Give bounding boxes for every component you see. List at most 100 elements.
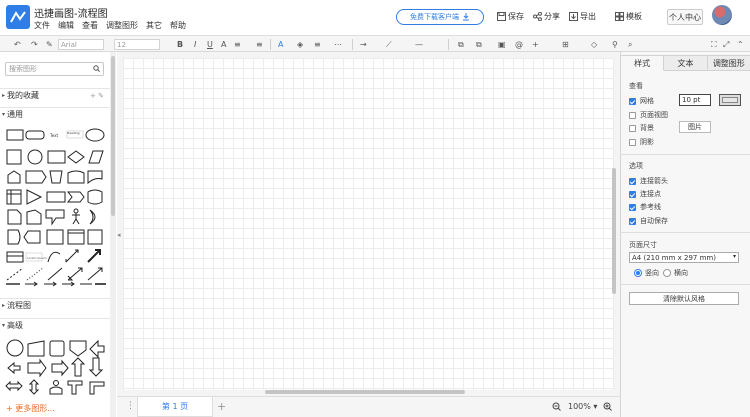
share-button[interactable]: 分享 [533, 11, 560, 22]
page-view-checkbox[interactable]: 页面视图 [629, 110, 668, 120]
save-button[interactable]: 保存 [497, 11, 524, 22]
menu-file[interactable]: 文件 [33, 20, 51, 31]
more-shapes-label: 更多图形... [15, 404, 55, 413]
zoom-level-select[interactable]: 100% ▾ [568, 402, 597, 411]
landscape-label: 横向 [674, 269, 688, 277]
background-image-button[interactable]: 图片 [679, 121, 711, 133]
paper-size-select[interactable]: A4 (210 mm x 297 mm) ▾ [629, 252, 739, 263]
page-tab[interactable]: 第 1 页 [137, 397, 213, 417]
trapezoid-shape [49, 170, 63, 184]
expanded-arrow-icon: ▾ [2, 322, 6, 329]
line-end-icon[interactable]: — [415, 39, 423, 50]
advanced-section-header[interactable]: ▾ 高级 [0, 318, 116, 332]
table-icon[interactable]: ⊞ [562, 39, 569, 50]
menu-edit[interactable]: 编辑 [57, 20, 75, 31]
align-icon[interactable]: ≡ [234, 39, 241, 50]
to-back-icon[interactable]: ⧉ [476, 39, 482, 50]
zoom-in-button[interactable] [603, 402, 612, 413]
toolbar-divider [352, 39, 353, 50]
menu-extras[interactable]: 其它 [145, 20, 163, 31]
shadow-checkbox[interactable]: 阴影 [629, 137, 654, 147]
zoom-out-button[interactable] [552, 402, 561, 413]
format-tabs: 样式 文本 调整图形 [621, 55, 750, 71]
italic-icon[interactable]: I [194, 39, 196, 50]
search-icon[interactable]: ⌕ [628, 39, 632, 50]
favorites-label: 我的收藏 [7, 91, 40, 100]
download-client-button[interactable]: 免费下载客户端 [396, 9, 484, 25]
collapsed-arrow-icon: ▸ [2, 302, 6, 309]
background-checkbox[interactable]: 背景 [629, 123, 654, 133]
add-page-button[interactable]: + [217, 400, 226, 413]
rounded-square-shape [49, 340, 65, 357]
flowchart-label: 流程图 [7, 301, 32, 310]
favorites-section-header[interactable]: ▸ 我的收藏 + ✎ [0, 88, 116, 102]
bold-icon[interactable]: B [177, 39, 183, 50]
font-family-select[interactable]: Arial [58, 39, 104, 50]
format-painter-icon[interactable]: ✎ [46, 39, 53, 50]
to-front-icon[interactable]: ⧉ [458, 39, 464, 50]
insert-icon[interactable]: + [532, 39, 539, 50]
waypoint-icon[interactable]: ⟋ [386, 39, 392, 50]
tab-arrange[interactable]: 调整图形 [707, 55, 750, 71]
grid-size-input[interactable]: 10 pt [679, 94, 711, 106]
fit-icon[interactable]: ⛶ [711, 39, 717, 50]
section-divider [620, 284, 750, 285]
canvas-horizontal-scrollbar[interactable] [265, 390, 465, 394]
portrait-radio[interactable]: 竖向 [634, 268, 659, 278]
menu-help[interactable]: 帮助 [169, 20, 187, 31]
collapse-icon[interactable]: ⌃ [737, 39, 744, 50]
vertical-align-icon[interactable]: ≡ [256, 39, 263, 50]
more-shapes-link[interactable]: + 更多图形... [6, 403, 55, 414]
guides-checkbox[interactable]: 参考线 [629, 202, 661, 212]
font-color-icon[interactable]: A [278, 39, 283, 50]
delay-shape [7, 229, 21, 245]
image-icon[interactable]: ▣ [498, 39, 506, 50]
undo-icon[interactable]: ↶ [14, 39, 21, 50]
grid-checkbox[interactable]: 网格 [629, 96, 654, 106]
font-size-select[interactable]: 12 [114, 39, 160, 50]
fullscreen-icon[interactable]: ⤢ [723, 39, 729, 50]
menu-arrange[interactable]: 调整图形 [105, 20, 139, 31]
redo-icon[interactable]: ↷ [31, 39, 38, 50]
flowchart-section-header[interactable]: ▸ 流程图 [0, 298, 116, 312]
clear-default-style-button[interactable]: 清除默认风格 [629, 292, 739, 305]
page-menu-icon[interactable]: ⋮ [126, 401, 135, 411]
data-storage-shape [87, 189, 103, 205]
panel-collapse-handle[interactable]: ◂ [117, 231, 121, 239]
connector-icon[interactable]: → [360, 39, 367, 50]
tab-text[interactable]: 文本 [664, 55, 708, 71]
template-button[interactable]: 模板 [615, 11, 642, 22]
zoom-in-icon [603, 402, 612, 411]
manual-input-shape [27, 340, 45, 357]
line-style-icon[interactable]: ⋯ [334, 39, 342, 50]
canvas-vertical-scrollbar[interactable] [612, 168, 616, 294]
page-view-label: 页面视图 [640, 111, 668, 119]
landscape-radio[interactable]: 横向 [663, 268, 688, 278]
avatar[interactable] [712, 5, 732, 25]
pin-icon[interactable]: ⚲ [612, 39, 618, 50]
text-style-icon[interactable]: A [221, 39, 226, 50]
link-icon[interactable]: @ [515, 39, 523, 50]
left-panel-scrollbar[interactable] [111, 56, 115, 216]
up-arrow-shape [70, 357, 86, 377]
connection-arrows-checkbox[interactable]: 连接箭头 [629, 176, 668, 186]
drawing-canvas[interactable] [123, 58, 614, 390]
general-shapes-grid: Text Heading Lorem Ipsum [6, 128, 105, 281]
fill-color-icon[interactable]: ◈ [297, 39, 303, 50]
shape-search-input[interactable]: 搜索图形 [5, 62, 104, 76]
export-button[interactable]: 导出 [569, 11, 596, 22]
thick-arrow-shape [87, 249, 101, 263]
underline-icon[interactable]: U [207, 39, 213, 50]
menu-view[interactable]: 查看 [81, 20, 99, 31]
grid-color-swatch[interactable] [719, 94, 741, 106]
favorites-tools-icon[interactable]: + ✎ [90, 92, 104, 100]
tab-style[interactable]: 样式 [621, 55, 665, 71]
user-center-button[interactable]: 个人中心 [667, 9, 703, 25]
search-icon[interactable] [93, 65, 100, 72]
grid-label: 网格 [640, 97, 654, 105]
autosave-checkbox[interactable]: 自动保存 [629, 216, 668, 226]
line-width-icon[interactable]: ≡ [314, 39, 321, 50]
connection-points-checkbox[interactable]: 连接点 [629, 189, 661, 199]
style-icon[interactable]: ◇ [591, 39, 597, 50]
general-section-header[interactable]: ▾ 通用 [0, 107, 116, 121]
